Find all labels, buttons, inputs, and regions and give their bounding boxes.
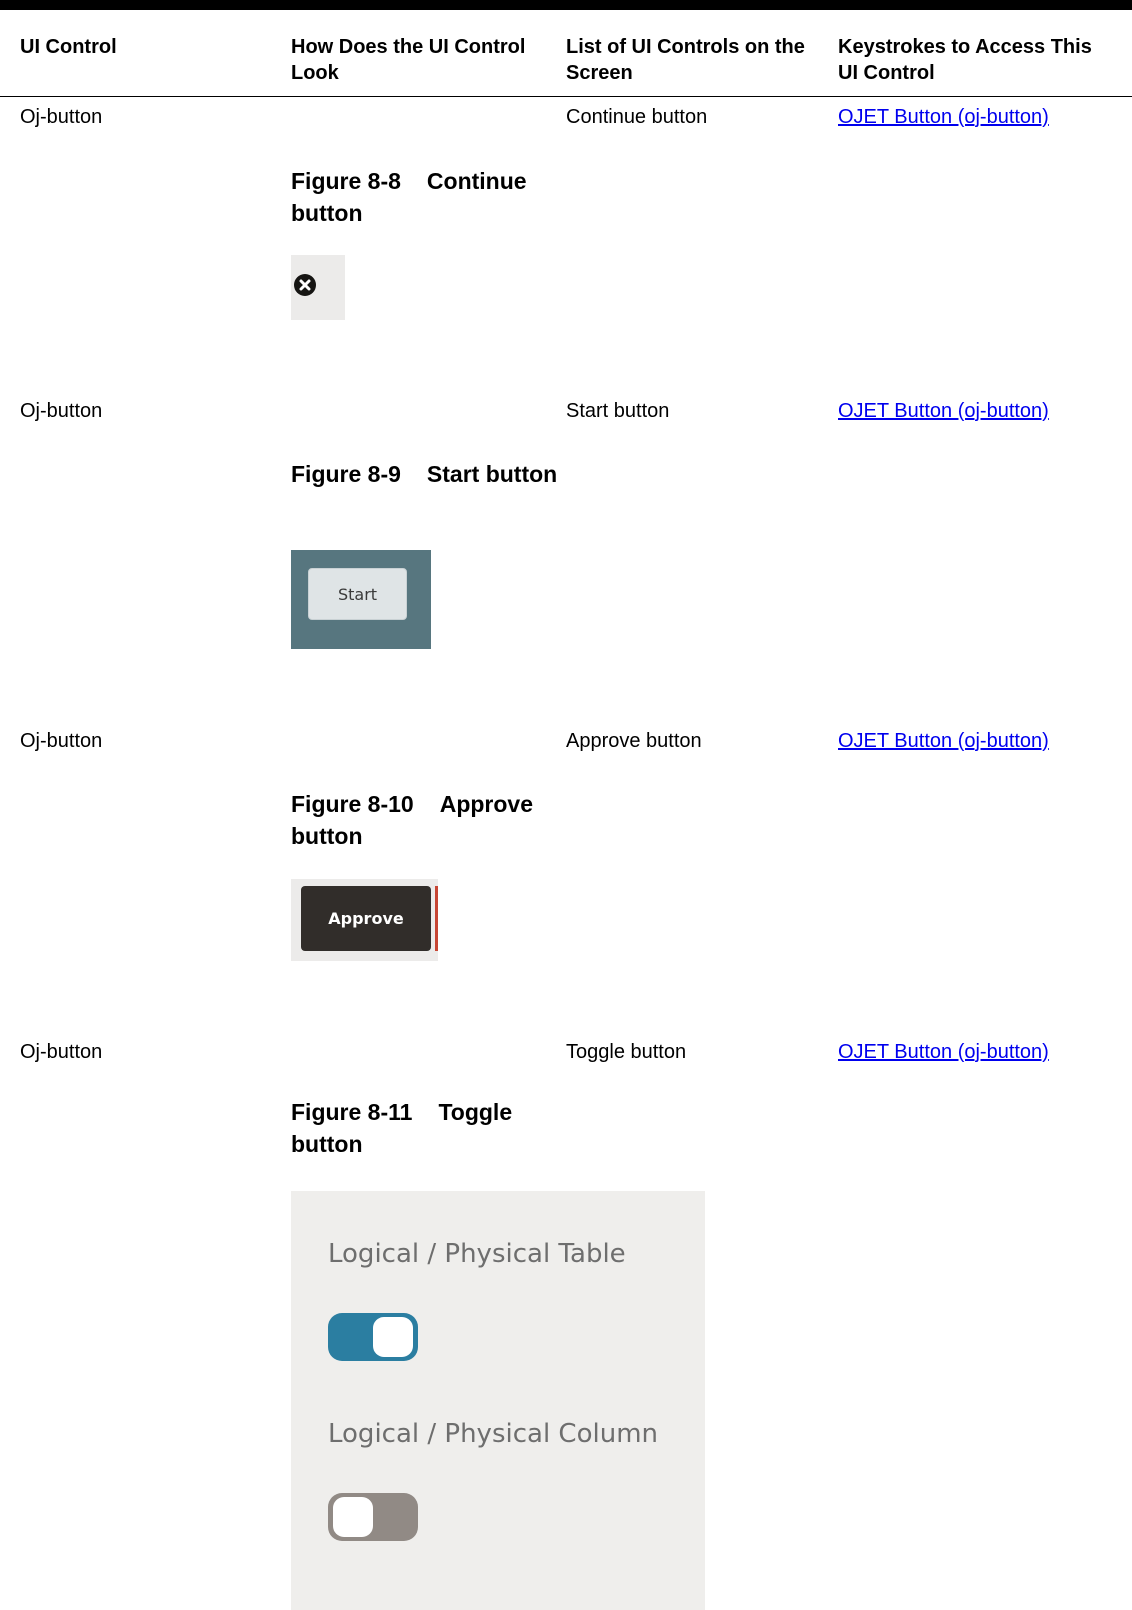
start-button[interactable]: Start	[308, 568, 407, 620]
header-ui-control: UI Control	[20, 36, 117, 58]
approve-figure: Approve	[291, 879, 438, 961]
row-list-item: Toggle button	[566, 1041, 687, 1063]
header-how-does-look: How Does the UI Control Look	[291, 36, 526, 84]
ojet-button-link[interactable]: OJET Button (oj-button)	[838, 1040, 1049, 1064]
row-control-name: Oj-button	[20, 106, 103, 128]
figure-title: Figure 8-11 Toggle button	[291, 1096, 563, 1160]
toggle-label-column: Logical / Physical Column	[328, 1419, 659, 1449]
ojet-button-link[interactable]: OJET Button (oj-button)	[838, 729, 1049, 753]
figure-caption: Start button	[426, 461, 558, 487]
toggle-label-table: Logical / Physical Table	[328, 1239, 626, 1269]
figure-title: Figure 8-9 Start button	[291, 458, 563, 490]
figure-title: Figure 8-8 Continue button	[291, 165, 563, 229]
row-control-name: Oj-button	[20, 400, 103, 422]
figure-title: Figure 8-10 Approve button	[291, 788, 563, 852]
header-list-of-controls: List of UI Controls on the Screen	[566, 36, 805, 84]
figure-number: Figure 8-8	[291, 168, 401, 194]
table-toggle-switch[interactable]	[328, 1313, 418, 1361]
adjacent-button-edge	[435, 886, 438, 951]
toggle-knob	[373, 1317, 413, 1357]
row-list-item: Approve button	[566, 730, 702, 752]
row-control-name: Oj-button	[20, 1041, 103, 1063]
figure-number: Figure 8-9	[291, 461, 401, 487]
toggle-knob	[333, 1497, 373, 1537]
approve-button[interactable]: Approve	[301, 886, 431, 951]
ojet-button-link[interactable]: OJET Button (oj-button)	[838, 105, 1049, 129]
row-control-name: Oj-button	[20, 730, 103, 752]
figure-number: Figure 8-10	[291, 791, 414, 817]
header-keystrokes: Keystrokes to Access This UI Control	[838, 36, 1092, 84]
row-list-item: Continue button	[566, 106, 708, 128]
top-rule	[0, 0, 1132, 10]
header-rule	[0, 96, 1132, 97]
column-toggle-switch[interactable]	[328, 1493, 418, 1541]
row-list-item: Start button	[566, 400, 670, 422]
close-circle-icon	[294, 274, 316, 296]
ojet-button-link[interactable]: OJET Button (oj-button)	[838, 399, 1049, 423]
figure-number: Figure 8-11	[291, 1099, 413, 1125]
start-figure: Start	[291, 550, 431, 649]
continue-figure	[291, 255, 345, 320]
toggle-figure: Logical / Physical Table Logical / Physi…	[291, 1191, 705, 1610]
